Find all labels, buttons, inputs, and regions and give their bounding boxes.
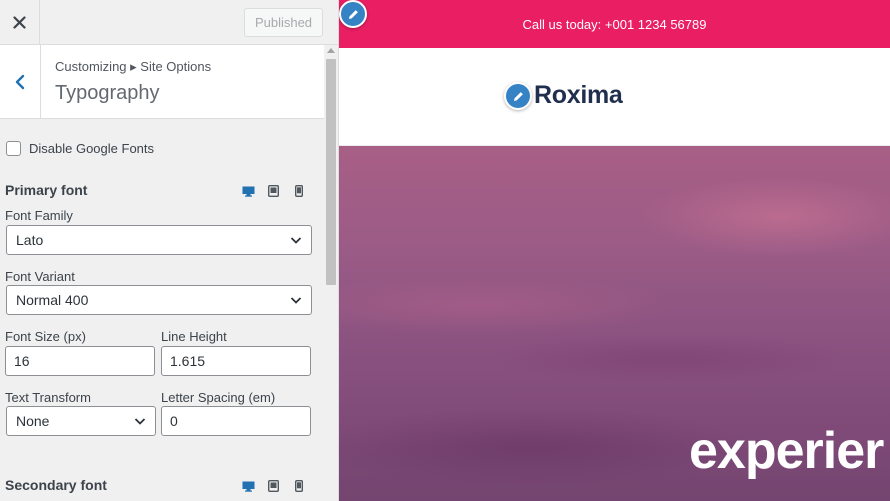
edit-shortcut-button[interactable] [339, 0, 367, 28]
font-family-label: Font Family [5, 208, 73, 223]
hero-banner: experier [339, 146, 890, 501]
line-height-input[interactable]: 1.615 [161, 346, 311, 376]
text-transform-value: None [16, 413, 50, 429]
site-preview: Call us today: +001 1234 56789 Roxima ex… [339, 0, 890, 501]
site-logo[interactable]: Roxima [534, 81, 623, 110]
letter-spacing-input[interactable]: 0 [161, 406, 311, 436]
pencil-icon [513, 91, 523, 101]
chevron-down-icon [134, 418, 146, 425]
font-variant-label: Font Variant [5, 269, 75, 284]
publish-button[interactable]: Published [244, 8, 323, 37]
hero-headline: experier [689, 422, 884, 480]
mobile-icon[interactable] [291, 479, 306, 493]
scrollbar-thumb[interactable] [326, 59, 336, 285]
line-height-label: Line Height [161, 329, 227, 344]
primary-font-title: Primary font [5, 182, 88, 198]
site-header: Roxima [339, 48, 890, 146]
secondary-font-title: Secondary font [5, 477, 107, 493]
font-size-input[interactable]: 16 [5, 346, 155, 376]
scroll-up-arrow-icon[interactable] [327, 48, 335, 53]
customizer-sidebar: Published Customizing ▸ Site Options Typ… [0, 0, 339, 501]
tablet-icon[interactable] [266, 184, 281, 198]
chevron-down-icon [290, 237, 302, 244]
pencil-icon [348, 9, 358, 19]
mobile-icon[interactable] [291, 184, 306, 198]
logo-edit-shortcut-button[interactable] [504, 82, 532, 110]
close-icon [13, 15, 26, 29]
text-transform-label: Text Transform [5, 390, 91, 405]
font-variant-select[interactable]: Normal 400 [6, 285, 312, 315]
back-button[interactable] [0, 45, 41, 118]
primary-font-device-switcher [241, 184, 306, 198]
font-family-value: Lato [16, 232, 44, 248]
breadcrumb: Customizing ▸ Site Options [55, 59, 212, 74]
chevron-down-icon [290, 297, 302, 304]
close-customizer-button[interactable] [0, 0, 40, 44]
disable-google-fonts-option[interactable]: Disable Google Fonts [6, 141, 154, 156]
desktop-icon[interactable] [241, 184, 256, 198]
tablet-icon[interactable] [266, 479, 281, 493]
preview-topbar: Call us today: +001 1234 56789 [339, 0, 890, 48]
sidebar-scrollbar[interactable] [324, 45, 338, 501]
secondary-font-device-switcher [241, 479, 306, 493]
section-title: Typography [55, 82, 160, 104]
contact-text: Call us today: +001 1234 56789 [522, 16, 707, 32]
font-variant-value: Normal 400 [16, 292, 89, 308]
customizer-header: Published [0, 0, 338, 45]
section-header: Customizing ▸ Site Options Typography [0, 45, 324, 119]
disable-google-fonts-checkbox[interactable] [6, 141, 21, 156]
font-family-select[interactable]: Lato [6, 225, 312, 255]
disable-google-fonts-label: Disable Google Fonts [29, 141, 155, 156]
letter-spacing-label: Letter Spacing (em) [161, 390, 276, 405]
font-size-label: Font Size (px) [5, 329, 86, 344]
desktop-icon[interactable] [241, 479, 256, 493]
text-transform-select[interactable]: None [6, 406, 156, 436]
chevron-left-icon [15, 74, 25, 89]
